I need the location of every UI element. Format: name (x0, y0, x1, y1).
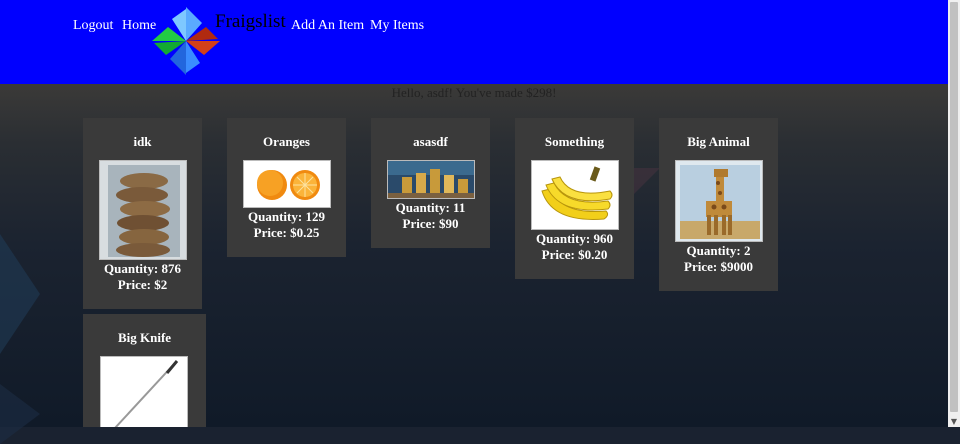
item-price: Price: $90 (402, 216, 459, 231)
vertical-scrollbar[interactable]: ▲ ▼ (948, 0, 960, 427)
oranges-image (243, 160, 331, 208)
item-card[interactable]: Big Knife (83, 314, 206, 427)
item-quantity: Quantity: 11 (395, 200, 466, 215)
coins-image (387, 160, 475, 199)
logout-link[interactable]: Logout (73, 18, 113, 34)
item-price: Price: $0.20 (541, 247, 608, 262)
bananas-image (531, 160, 619, 230)
item-title: Big Knife (117, 330, 172, 345)
item-title: idk (133, 134, 152, 149)
scroll-down-icon[interactable]: ▼ (948, 417, 960, 427)
item-quantity: Quantity: 129 (248, 209, 325, 224)
site-logo-text[interactable]: Fraigslist (215, 11, 286, 33)
background-shape (0, 234, 40, 354)
scrollbar-thumb[interactable] (950, 2, 958, 412)
background-shape (0, 384, 40, 444)
item-quantity: Quantity: 876 (104, 261, 181, 276)
item-card[interactable]: Something Quantity: 960 Price: $0.20 (515, 118, 634, 279)
cookies-stack-image (99, 160, 187, 260)
item-title: asasdf (413, 134, 448, 149)
item-quantity: Quantity: 2 (686, 243, 751, 258)
item-price: Price: $9000 (684, 259, 753, 274)
item-title: Oranges (263, 134, 310, 149)
pinwheel-logo-icon[interactable] (150, 5, 222, 77)
item-price: Price: $2 (117, 277, 168, 292)
item-quantity: Quantity: 960 (536, 231, 613, 246)
greeting-text: Hello, asdf! You've made $298! (391, 85, 557, 100)
item-card[interactable]: Big Animal Quantity: 2 Price: $9000 (659, 118, 778, 291)
item-title: Big Animal (687, 134, 750, 149)
item-price: Price: $0.25 (253, 225, 320, 240)
item-card[interactable]: idk Quantity: 876 Price: $2 (83, 118, 202, 309)
item-card[interactable]: asasdf Quantity: 11 Price: $90 (371, 118, 490, 248)
add-item-link[interactable]: Add An Item (291, 18, 364, 34)
my-items-link[interactable]: My Items (370, 18, 424, 34)
knife-image (100, 356, 188, 427)
item-title: Something (544, 134, 605, 149)
giraffe-image (675, 160, 763, 242)
item-card[interactable]: Oranges Quantity: 129 Price: $0.25 (227, 118, 346, 257)
header-bar: Logout Home Fraigslist Add An Item My It… (0, 0, 948, 84)
